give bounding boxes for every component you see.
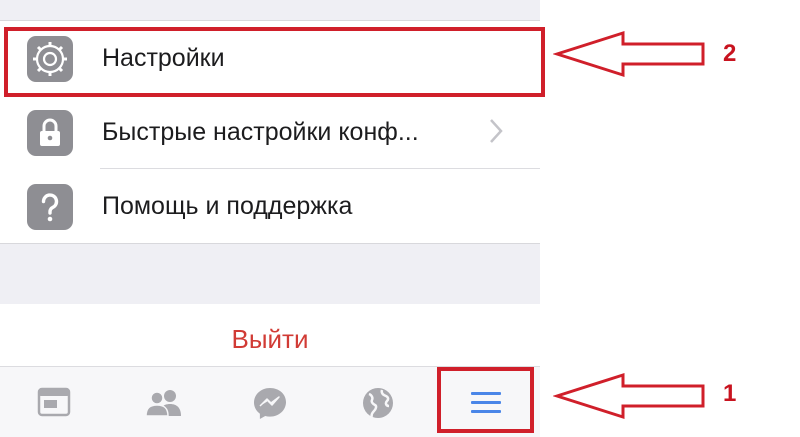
tab-news-feed[interactable] <box>0 367 108 437</box>
section-gap <box>0 243 540 305</box>
messenger-icon <box>254 388 286 419</box>
marker-number-2: 2 <box>723 40 737 67</box>
question-icon <box>27 184 73 230</box>
globe-icon <box>363 388 393 418</box>
menu-item-label: Помощь и поддержка <box>102 192 353 220</box>
highlight-menu-tab-box <box>437 367 534 433</box>
menu-item-privacy-shortcuts[interactable]: Быстрые настройки конф... <box>0 95 540 169</box>
top-divider <box>0 0 540 21</box>
tab-messenger[interactable] <box>216 367 324 437</box>
tab-notifications-globe[interactable] <box>324 367 432 437</box>
friends-icon <box>145 390 181 417</box>
arrow-2 <box>553 30 705 78</box>
tab-friends[interactable] <box>108 367 216 437</box>
chevron-right-icon <box>490 119 503 143</box>
lock-icon <box>27 110 73 156</box>
menu-item-help-support[interactable]: Помощь и поддержка <box>0 169 540 243</box>
logout-label: Выйти <box>231 324 309 354</box>
menu-item-label: Быстрые настройки конф... <box>102 118 419 146</box>
logout-button[interactable]: Выйти <box>0 304 540 366</box>
news-feed-icon <box>37 387 71 417</box>
arrow-1 <box>553 372 705 420</box>
highlight-settings-box <box>4 27 545 97</box>
marker-number-1: 1 <box>723 380 737 407</box>
